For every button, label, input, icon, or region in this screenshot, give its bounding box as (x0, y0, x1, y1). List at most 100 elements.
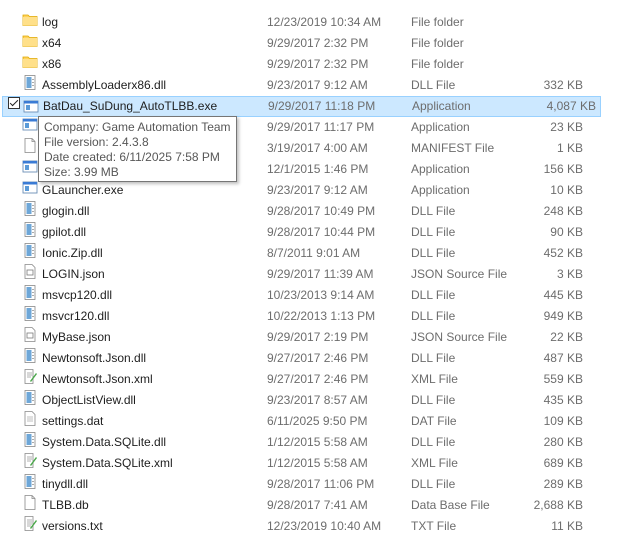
file-size: 3 KB (556, 267, 583, 281)
file-size: 280 KB (543, 435, 583, 449)
dll-icon (22, 201, 38, 216)
file-row[interactable]: settings.dat 6/11/2025 9:50 PM DAT File 109… (0, 411, 606, 432)
file-name: msvcr120.dll (42, 309, 110, 323)
file-type: File folder (411, 36, 464, 50)
file-row[interactable]: gpilot.dll 9/28/2017 10:44 PM DLL File 90 K… (0, 222, 606, 243)
folder-icon (22, 33, 38, 48)
file-date-modified: 9/29/2017 2:32 PM (267, 57, 369, 71)
file-size: 487 KB (543, 351, 583, 365)
dll-icon (22, 348, 38, 363)
file-name: x64 (42, 36, 62, 50)
file-date-modified: 9/23/2017 9:12 AM (267, 183, 368, 197)
file-name: glogin.dll (42, 204, 90, 218)
folder-icon (22, 12, 38, 27)
json-icon (22, 264, 38, 279)
file-size: 248 KB (543, 204, 583, 218)
file-name: Ionic.Zip.dll (42, 246, 103, 260)
file-size: 289 KB (543, 477, 583, 491)
file-date-modified: 9/27/2017 2:46 PM (267, 372, 369, 386)
file-row[interactable]: tinydll.dll 9/28/2017 11:06 PM DLL File 289… (0, 474, 606, 495)
file-name: tinydll.dll (42, 477, 89, 491)
db-icon (22, 495, 38, 510)
file-size: 2,688 KB (533, 498, 583, 512)
file-date-modified: 9/29/2017 11:17 PM (267, 120, 375, 134)
exe-icon (22, 159, 38, 174)
file-type: Data Base File (411, 498, 490, 512)
file-size: 10 KB (550, 183, 583, 197)
file-row[interactable]: TLBB.db 9/28/2017 7:41 AM Data Base File 2,… (0, 495, 606, 516)
file-type: File folder (411, 57, 464, 71)
folder-icon (22, 54, 38, 69)
file-row[interactable]: MyBase.json 9/29/2017 2:19 PM JSON Source … (0, 327, 606, 348)
file-date-modified: 3/19/2017 4:00 AM (267, 141, 368, 155)
file-row[interactable]: AssemblyLoaderx86.dll 9/23/2017 9:12 AM DL… (0, 75, 606, 96)
json-icon (22, 327, 38, 342)
exe-icon (22, 117, 38, 132)
file-row[interactable]: versions.txt 12/23/2019 10:40 AM TXT File 1… (0, 516, 606, 537)
file-date-modified: 10/22/2013 1:13 PM (267, 309, 376, 323)
xml-icon (22, 369, 38, 384)
file-date-modified: 9/28/2017 10:44 PM (267, 225, 376, 239)
file-date-modified: 9/28/2017 7:41 AM (267, 498, 368, 512)
file-date-modified: 1/12/2015 5:58 AM (267, 456, 368, 470)
file-size: 332 KB (543, 78, 583, 92)
file-date-modified: 12/23/2019 10:34 AM (267, 15, 382, 29)
file-row[interactable]: x86 9/29/2017 2:32 PM File folder (0, 54, 606, 75)
file-name: Newtonsoft.Json.xml (42, 372, 153, 386)
file-size: 559 KB (543, 372, 583, 386)
file-row[interactable]: System.Data.SQLite.xml 1/12/2015 5:58 AM X… (0, 453, 606, 474)
file-type: DLL File (411, 225, 456, 239)
file-date-modified: 9/29/2017 11:39 AM (267, 267, 374, 281)
txt-icon (22, 516, 38, 531)
file-name: System.Data.SQLite.dll (42, 435, 167, 449)
file-type: Application (412, 99, 471, 113)
file-row[interactable]: ObjectListView.dll 9/23/2017 8:57 AM DLL F… (0, 390, 606, 411)
file-row[interactable]: LOGIN.json 9/29/2017 11:39 AM JSON Source … (0, 264, 606, 285)
file-row[interactable]: msvcp120.dll 10/23/2013 9:14 AM DLL File 44… (0, 285, 606, 306)
file-type: DLL File (411, 351, 456, 365)
file-type: DAT File (411, 414, 457, 428)
dll-icon (22, 474, 38, 489)
file-row[interactable]: GLauncher.exe 9/23/2017 9:12 AM Applicatio… (0, 180, 606, 201)
file-date-modified: 8/7/2011 9:01 AM (267, 246, 361, 260)
file-name: msvcp120.dll (42, 288, 113, 302)
file-name: AssemblyLoaderx86.dll (42, 78, 167, 92)
file-name: System.Data.SQLite.xml (42, 456, 173, 470)
file-row[interactable]: Ionic.Zip.dll 8/7/2011 9:01 AM DLL File 452… (0, 243, 606, 264)
file-size: 949 KB (543, 309, 583, 323)
file-size: 1 KB (556, 141, 583, 155)
file-type: Application (411, 183, 470, 197)
file-row[interactable]: log 12/23/2019 10:34 AM File folder (0, 12, 606, 33)
file-type: DLL File (411, 435, 456, 449)
file-row-selected[interactable]: BatDau_SuDung_AutoTLBB.exe 9/29/2017 11:1… (2, 96, 601, 117)
tooltip-size: Size: 3.99 MB (44, 165, 119, 179)
file-row[interactable]: x64 9/29/2017 2:32 PM File folder (0, 33, 606, 54)
file-type: File folder (411, 15, 464, 29)
exe-icon (22, 180, 38, 195)
file-row[interactable]: glogin.dll 9/28/2017 10:49 PM DLL File 248 … (0, 201, 606, 222)
file-type: DLL File (411, 393, 456, 407)
file-row[interactable]: Newtonsoft.Json.dll 9/27/2017 2:46 PM DLL … (0, 348, 606, 369)
generic-file-icon (22, 138, 38, 153)
file-date-modified: 1/12/2015 5:58 AM (267, 435, 368, 449)
row-checkbox[interactable] (8, 97, 20, 109)
file-type: XML File (411, 456, 458, 470)
xml-icon (22, 453, 38, 468)
dll-icon (22, 222, 38, 237)
file-name: LOGIN.json (42, 267, 105, 281)
file-type: DLL File (411, 309, 456, 323)
file-date-modified: 9/28/2017 11:06 PM (267, 477, 375, 491)
file-size: 445 KB (543, 288, 583, 302)
file-row[interactable]: Newtonsoft.Json.xml 9/27/2017 2:46 PM XML … (0, 369, 606, 390)
file-name: ObjectListView.dll (42, 393, 136, 407)
file-row[interactable]: msvcr120.dll 10/22/2013 1:13 PM DLL File 94… (0, 306, 606, 327)
tooltip-date-created: Date created: 6/11/2025 7:58 PM (44, 150, 220, 164)
file-row[interactable]: System.Data.SQLite.dll 1/12/2015 5:58 AM D… (0, 432, 606, 453)
file-date-modified: 12/23/2019 10:40 AM (267, 519, 382, 533)
file-date-modified: 12/1/2015 1:46 PM (267, 162, 369, 176)
file-name: versions.txt (42, 519, 103, 533)
file-name: log (42, 15, 59, 29)
file-type: DLL File (411, 477, 456, 491)
file-type: DLL File (411, 288, 456, 302)
file-name: x86 (42, 57, 62, 71)
